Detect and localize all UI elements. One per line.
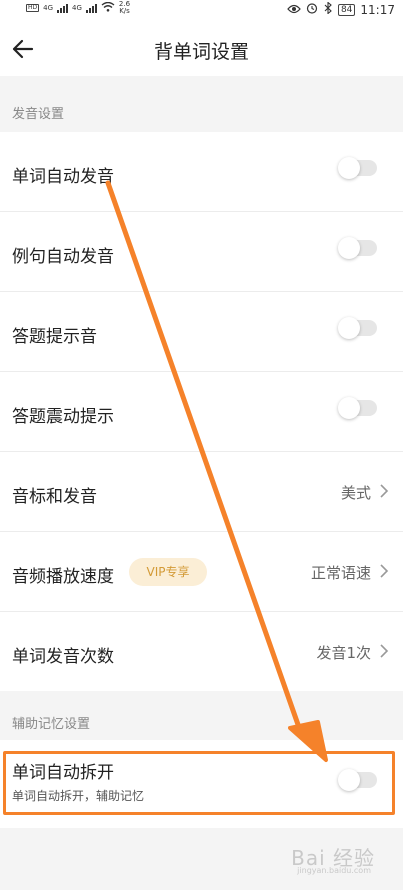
toggle-knob <box>338 317 360 339</box>
pronounce-count-value: 发音1次 <box>316 644 371 662</box>
row-audio-speed[interactable]: 音频播放速度 VIP专享 正常语速 <box>0 532 403 612</box>
answer-vibration-toggle[interactable] <box>338 397 377 419</box>
annotation-highlight-box <box>3 751 395 815</box>
status-bar: HD 4G 4G 2.6 K/s 84 11:17 <box>0 0 403 22</box>
section-title-pronunciation: 发音设置 <box>12 107 65 122</box>
net-speed: 2.6 K/s <box>118 0 131 15</box>
row-label: 例句自动发音 <box>12 247 114 267</box>
toggle-knob <box>338 397 360 419</box>
answer-hint-sound-toggle[interactable] <box>338 317 377 339</box>
signal-label-2: 4G <box>72 3 82 12</box>
row-answer-hint-sound[interactable]: 答题提示音 <box>0 292 403 372</box>
row-label: 音标和发音 <box>12 487 97 507</box>
word-auto-pronounce-toggle[interactable] <box>338 157 377 179</box>
chevron-right-icon <box>379 483 389 499</box>
audio-speed-value: 正常语速 <box>310 564 371 582</box>
row-pronounce-count[interactable]: 单词发音次数 发音1次 <box>0 612 403 691</box>
status-right: 84 11:17 <box>287 1 395 17</box>
signal-icon-2 <box>85 3 97 13</box>
row-label: 音频播放速度 <box>12 567 114 587</box>
section-title-memory: 辅助记忆设置 <box>12 717 91 732</box>
alarm-icon <box>306 2 318 17</box>
eye-icon <box>287 3 301 17</box>
row-label: 单词发音次数 <box>12 647 114 667</box>
row-answer-vibration[interactable]: 答题震动提示 <box>0 372 403 452</box>
row-word-auto-pronounce[interactable]: 单词自动发音 <box>0 132 403 212</box>
battery-indicator: 84 <box>337 3 356 16</box>
row-label: 答题震动提示 <box>12 407 114 427</box>
phonetic-value: 美式 <box>340 484 371 502</box>
page-title: 背单词设置 <box>153 41 249 63</box>
bluetooth-icon <box>323 1 333 17</box>
sentence-auto-pronounce-toggle[interactable] <box>338 237 377 259</box>
signal-icon <box>57 3 69 13</box>
row-label: 单词自动发音 <box>12 167 114 187</box>
wifi-icon <box>101 1 115 15</box>
chevron-right-icon <box>379 563 389 579</box>
watermark-url: jingyan.baidu.com <box>297 866 371 875</box>
vip-badge: VIP专享 <box>129 558 207 586</box>
status-time: 11:17 <box>360 2 395 17</box>
pronunciation-settings-list: 单词自动发音 例句自动发音 答题提示音 答题震动提示 音标和发音 美式 音频播放… <box>0 132 403 691</box>
toggle-knob <box>338 157 360 179</box>
signal-label-1: 4G <box>43 3 54 12</box>
chevron-right-icon <box>379 643 389 659</box>
header: 背单词设置 <box>0 22 403 76</box>
status-left: HD 4G 4G 2.6 K/s <box>26 1 130 15</box>
row-label: 答题提示音 <box>12 327 97 347</box>
row-phonetic[interactable]: 音标和发音 美式 <box>0 452 403 532</box>
toggle-knob <box>338 237 360 259</box>
row-sentence-auto-pronounce[interactable]: 例句自动发音 <box>0 212 403 292</box>
hd-indicator: HD <box>26 4 40 12</box>
